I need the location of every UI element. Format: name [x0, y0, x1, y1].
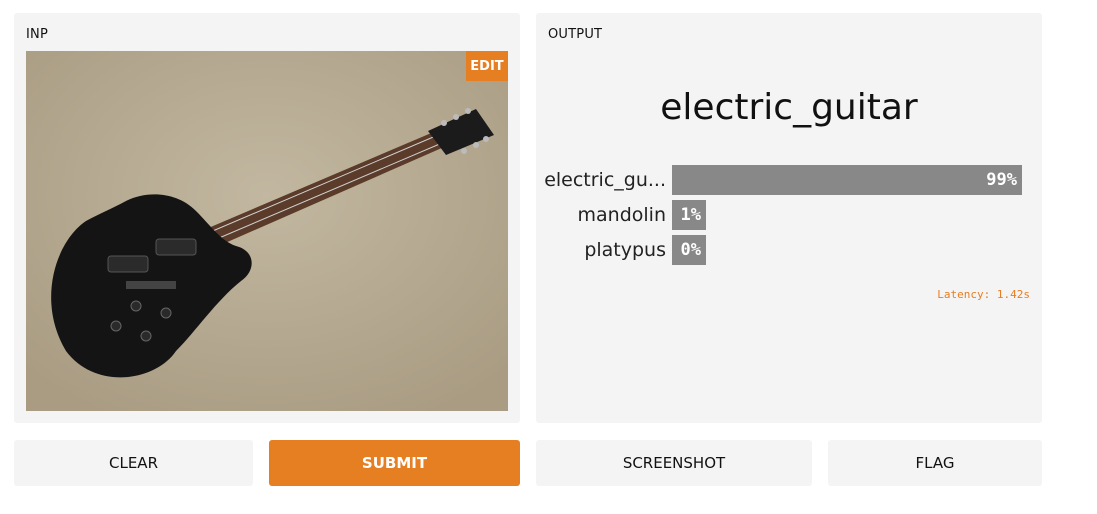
confidence-bar: 1% [672, 200, 706, 230]
confidence-label: electric_gu... [544, 169, 666, 191]
clear-button[interactable]: CLEAR [14, 440, 253, 486]
confidence-label: platypus [584, 239, 666, 261]
confidence-bar: 99% [672, 165, 1022, 195]
output-label: OUTPUT [548, 27, 603, 42]
edit-button[interactable]: EDIT [466, 51, 508, 81]
latency-text: Latency: 1.42s [937, 288, 1030, 301]
confidence-label: mandolin [577, 204, 666, 226]
screenshot-button[interactable]: SCREENSHOT [536, 440, 812, 486]
predicted-label: electric_guitar [660, 87, 918, 128]
submit-button[interactable]: SUBMIT [269, 440, 520, 486]
confidence-bar: 0% [672, 235, 706, 265]
input-label: INP [26, 27, 48, 42]
output-panel: OUTPUT electric_guitar electric_gu... 99… [536, 13, 1042, 423]
flag-button[interactable]: FLAG [828, 440, 1042, 486]
input-image[interactable]: EDIT [26, 51, 508, 411]
guitar-image [26, 51, 508, 411]
input-panel: INP EDIT [14, 13, 520, 423]
